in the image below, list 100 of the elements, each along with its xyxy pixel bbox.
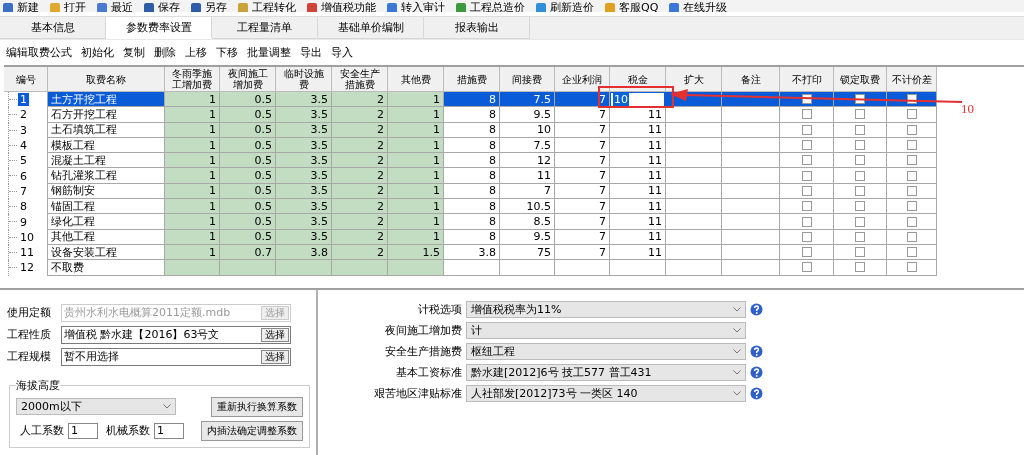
input-field[interactable]: 1 [68, 422, 98, 439]
tab[interactable]: 报表输出 [424, 17, 530, 39]
table-cell: 7 [555, 183, 610, 200]
option-dropdown[interactable]: 人社部发[2012]73号 一类区 140 [466, 384, 746, 402]
chevron-icon [733, 327, 741, 333]
table-cell: 1 [165, 92, 220, 108]
tab[interactable]: 工程量清单 [212, 17, 318, 39]
table-cell: 11 [610, 214, 666, 230]
checkbox[interactable] [801, 124, 812, 135]
select-button[interactable]: 选择 [261, 349, 289, 364]
checkbox[interactable] [906, 216, 917, 227]
chevron-icon [733, 348, 741, 354]
checkbox[interactable] [906, 124, 917, 135]
toolbar-button[interactable]: 转入审计 [386, 0, 445, 12]
option-dropdown[interactable]: 枢纽工程 [466, 342, 746, 360]
input-field[interactable]: 暂不用选择 选择 [61, 347, 291, 366]
checkbox[interactable] [855, 109, 865, 120]
column-header: 扩大 [666, 67, 722, 92]
toolbar-button[interactable]: 最近 [96, 0, 133, 12]
table-cell [666, 199, 722, 215]
input-field[interactable]: 1 [154, 422, 184, 439]
select-button[interactable]: 选择 [261, 327, 289, 342]
checkbox[interactable] [801, 170, 812, 181]
checkbox[interactable] [906, 155, 917, 166]
tab[interactable]: 基本信息 [0, 17, 106, 39]
checkbox[interactable] [801, 94, 812, 105]
toolbar-icon [668, 1, 681, 12]
tab[interactable]: 基础单价编制 [318, 17, 424, 39]
action-link[interactable]: 删除 [154, 45, 176, 60]
row-number-cell: 3 [4, 122, 48, 138]
toolbar-button[interactable]: 另存 [190, 0, 227, 12]
checkbox[interactable] [801, 140, 812, 151]
table-cell: 8 [444, 183, 500, 200]
checkbox[interactable] [855, 185, 865, 196]
checkbox[interactable] [801, 109, 812, 120]
checkbox[interactable] [855, 140, 865, 151]
checkbox[interactable] [855, 216, 865, 227]
table-cell: 7 [555, 92, 610, 108]
action-link[interactable]: 初始化 [81, 45, 114, 60]
toolbar-button[interactable]: 在线升级 [668, 0, 728, 12]
help-icon[interactable] [750, 386, 763, 400]
help-icon[interactable] [750, 344, 763, 358]
tab[interactable]: 参数费率设置 [106, 17, 212, 39]
toolbar-button[interactable]: 打开 [49, 0, 86, 12]
toolbar-button[interactable]: 客服QQ [604, 0, 659, 12]
table-cell: 7 [555, 244, 610, 261]
checkbox[interactable] [906, 94, 917, 105]
altitude-dropdown[interactable]: 2000m以下 [16, 398, 176, 416]
help-icon[interactable] [750, 365, 763, 379]
checkbox[interactable] [906, 185, 917, 196]
checkbox[interactable] [906, 262, 917, 273]
option-label: 基本工资标准 [395, 364, 462, 380]
recalculate-button[interactable]: 重新执行换算系数 [211, 396, 303, 417]
checkbox[interactable] [855, 94, 865, 105]
checkbox[interactable] [855, 201, 865, 212]
table-cell: 11 [610, 122, 666, 138]
option-dropdown[interactable]: 增值税税率为11% [466, 300, 746, 318]
action-link[interactable]: 下移 [216, 45, 238, 60]
action-link[interactable]: 编辑取费公式 [6, 45, 72, 60]
toolbar-button[interactable]: 刷新造价 [535, 0, 594, 12]
toolbar-button[interactable]: 工程总造价 [455, 0, 525, 12]
checkbox[interactable] [855, 124, 865, 135]
checkbox[interactable] [855, 155, 865, 166]
toolbar-button[interactable]: 新建 [2, 0, 39, 12]
input-field[interactable]: 增值税 黔水建【2016】63号文 选择 [61, 325, 291, 344]
interpolate-button[interactable]: 内插法确定调整系数 [201, 420, 303, 441]
table-cell: 1 [165, 214, 220, 230]
table-cell: 2 [332, 199, 388, 215]
checkbox[interactable] [906, 140, 917, 151]
checkbox[interactable] [855, 247, 865, 258]
checkbox[interactable] [906, 247, 917, 258]
checkbox[interactable] [855, 170, 865, 181]
checkbox[interactable] [906, 201, 917, 212]
checkbox[interactable] [906, 231, 917, 242]
action-link[interactable]: 上移 [185, 45, 207, 60]
toolbar-button[interactable]: 增值税功能 [306, 0, 376, 12]
checkbox[interactable] [801, 231, 812, 242]
action-link[interactable]: 导出 [300, 45, 322, 60]
checkbox[interactable] [801, 201, 812, 212]
checkbox[interactable] [855, 231, 865, 242]
checkbox[interactable] [801, 247, 812, 258]
checkbox[interactable] [801, 216, 812, 227]
checkbox[interactable] [906, 109, 917, 120]
checkbox[interactable] [801, 155, 812, 166]
option-dropdown[interactable]: 计 [466, 321, 746, 339]
action-link[interactable]: 复制 [123, 45, 145, 60]
checkbox[interactable] [801, 262, 812, 273]
checkbox[interactable] [801, 185, 812, 196]
annotation-label: 10 [961, 101, 974, 117]
toolbar-button[interactable]: 工程转化 [237, 0, 296, 12]
toolbar-button[interactable]: 保存 [143, 0, 180, 12]
checkbox[interactable] [855, 262, 865, 273]
action-link[interactable]: 批量调整 [247, 45, 291, 60]
action-link[interactable]: 导入 [331, 45, 353, 60]
option-dropdown[interactable]: 黔水建[2012]6号 技工577 普工431 [466, 363, 746, 381]
column-header: 冬雨季施工增加费 [165, 67, 220, 92]
checkbox[interactable] [906, 170, 917, 181]
toolbar-icon [190, 1, 202, 12]
help-icon[interactable] [750, 302, 763, 316]
table-cell: 8.5 [500, 214, 555, 230]
